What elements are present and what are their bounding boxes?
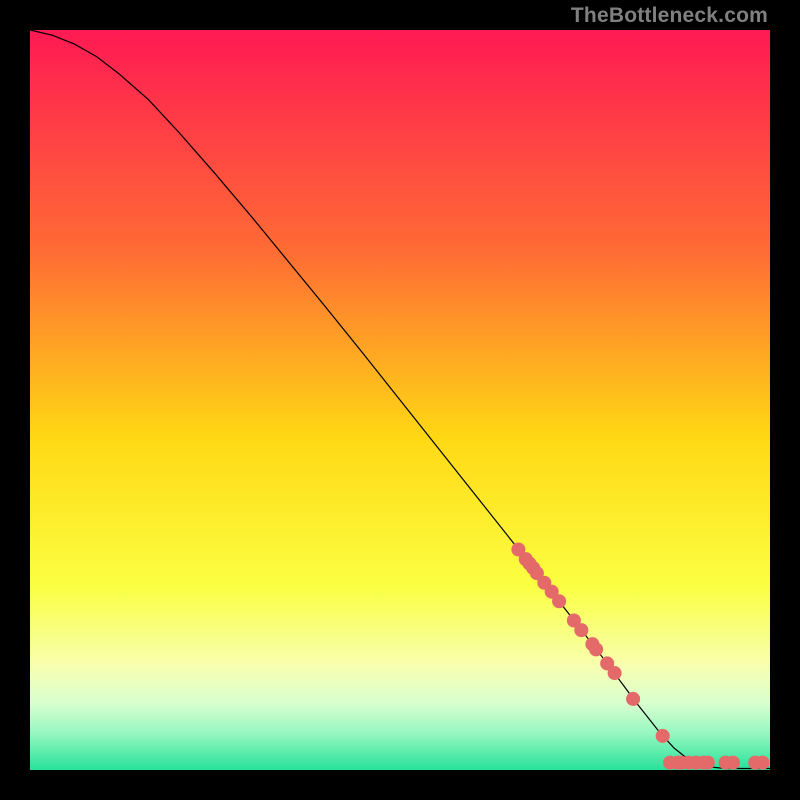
data-dot bbox=[726, 756, 740, 770]
data-dot bbox=[574, 623, 588, 637]
watermark-text: TheBottleneck.com bbox=[571, 4, 768, 28]
data-dot bbox=[626, 692, 640, 706]
chart-area bbox=[30, 30, 770, 770]
bottleneck-chart bbox=[30, 30, 770, 770]
data-dot bbox=[701, 756, 715, 770]
data-dot bbox=[656, 729, 670, 743]
data-dot bbox=[552, 594, 566, 608]
black-border: TheBottleneck.com bbox=[0, 0, 800, 800]
data-dot bbox=[589, 642, 603, 656]
data-dot bbox=[608, 666, 622, 680]
data-dot bbox=[756, 756, 770, 770]
